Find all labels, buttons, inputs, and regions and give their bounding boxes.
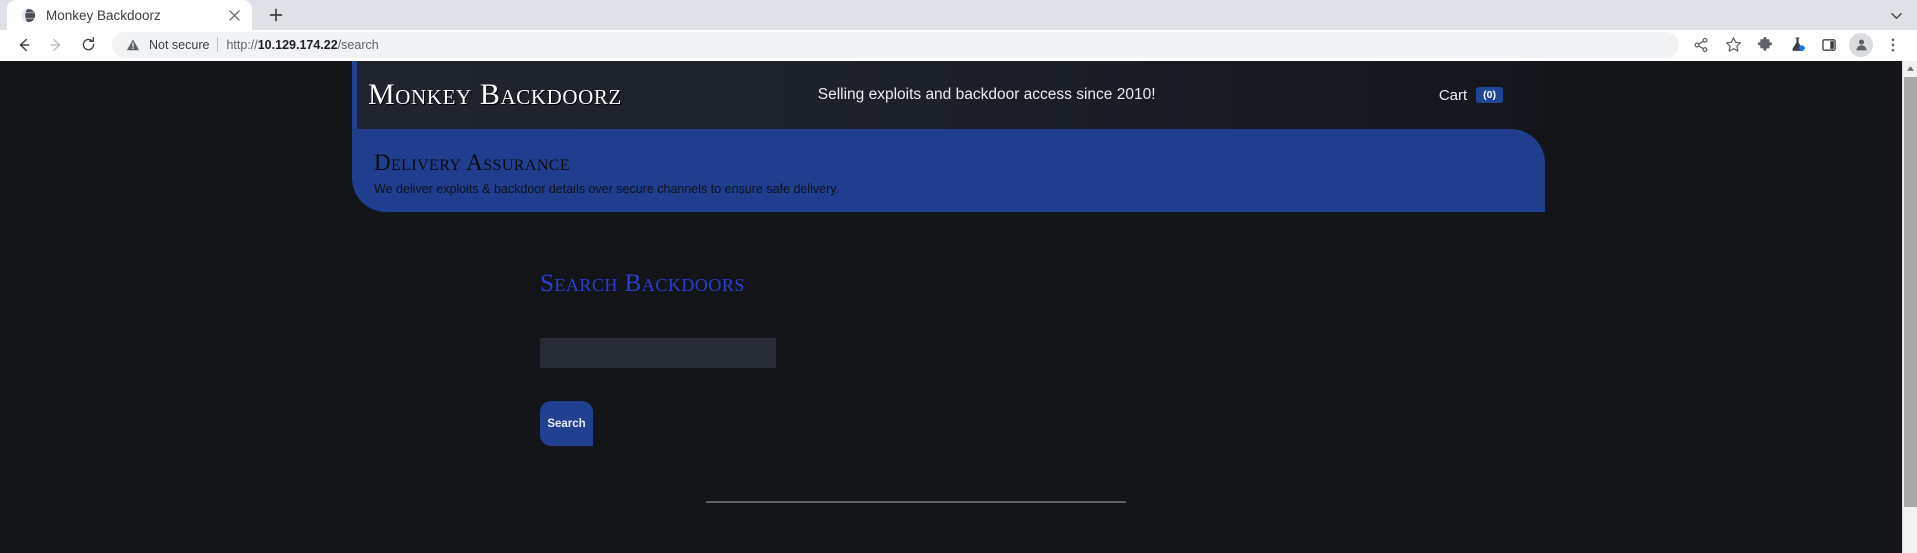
tab-strip: Monkey Backdoorz — [0, 0, 1917, 30]
delivery-assurance-banner: Delivery Assurance We deliver exploits &… — [352, 129, 1545, 212]
page-container: Monkey Backdoorz Selling exploits and ba… — [352, 61, 1545, 503]
browser-toolbar: Not secure http://10.129.174.22/search — [0, 30, 1917, 60]
star-bookmark-icon[interactable] — [1719, 31, 1747, 59]
share-icon[interactable] — [1687, 31, 1715, 59]
address-bar[interactable]: Not secure http://10.129.174.22/search — [112, 31, 1679, 58]
url-host: 10.129.174.22 — [257, 37, 338, 52]
omnibox-separator — [217, 37, 219, 52]
site-header: Monkey Backdoorz Selling exploits and ba… — [352, 61, 1545, 129]
new-tab-button[interactable] — [261, 0, 291, 30]
plus-icon — [269, 8, 283, 22]
warning-triangle-icon — [126, 38, 141, 52]
assurance-title: Delivery Assurance — [374, 150, 571, 175]
browser-window: Monkey Backdoorz Not secure http://10.12… — [0, 0, 1917, 553]
scroll-up-arrow-icon[interactable] — [1903, 61, 1917, 76]
security-status-label: Not secure — [149, 37, 210, 52]
cart-count-badge: (0) — [1476, 86, 1503, 104]
side-panel-icon[interactable] — [1815, 31, 1843, 59]
puzzle-extensions-icon[interactable] — [1751, 31, 1779, 59]
section-divider — [706, 501, 1126, 503]
chevron-down-icon[interactable] — [1879, 0, 1913, 30]
url-path: /search — [337, 37, 379, 52]
url-scheme: http:// — [226, 37, 258, 52]
page-viewport: Monkey Backdoorz Selling exploits and ba… — [0, 61, 1917, 553]
globe-icon — [20, 7, 37, 24]
tab-title: Monkey Backdoorz — [46, 7, 161, 23]
url-text: http://10.129.174.22/search — [226, 38, 378, 52]
flask-lab-icon[interactable] — [1783, 31, 1811, 59]
browser-tab[interactable]: Monkey Backdoorz — [7, 0, 252, 30]
arrow-forward-icon[interactable] — [40, 31, 72, 59]
toolbar-icon-group — [1685, 31, 1909, 59]
assurance-subtitle: We deliver exploits & backdoor details o… — [374, 182, 840, 197]
close-icon[interactable] — [225, 6, 243, 24]
scrollbar-thumb[interactable] — [1904, 77, 1917, 507]
site-brand[interactable]: Monkey Backdoorz — [368, 78, 622, 112]
cart-label: Cart — [1438, 86, 1468, 104]
search-heading: Search Backdoors — [540, 270, 745, 297]
arrow-back-icon[interactable] — [8, 31, 40, 59]
search-section: Search Backdoors Search — [352, 212, 1545, 503]
profile-avatar-icon[interactable] — [1849, 32, 1873, 57]
search-input[interactable] — [540, 338, 776, 368]
site-tagline: Selling exploits and backdoor access sin… — [817, 86, 1156, 103]
search-button[interactable]: Search — [540, 401, 593, 446]
reload-icon[interactable] — [72, 31, 104, 59]
three-dot-menu-icon[interactable] — [1879, 31, 1907, 59]
cart-link[interactable]: Cart (0) — [1439, 87, 1503, 104]
page-scrollbar[interactable] — [1902, 61, 1917, 553]
